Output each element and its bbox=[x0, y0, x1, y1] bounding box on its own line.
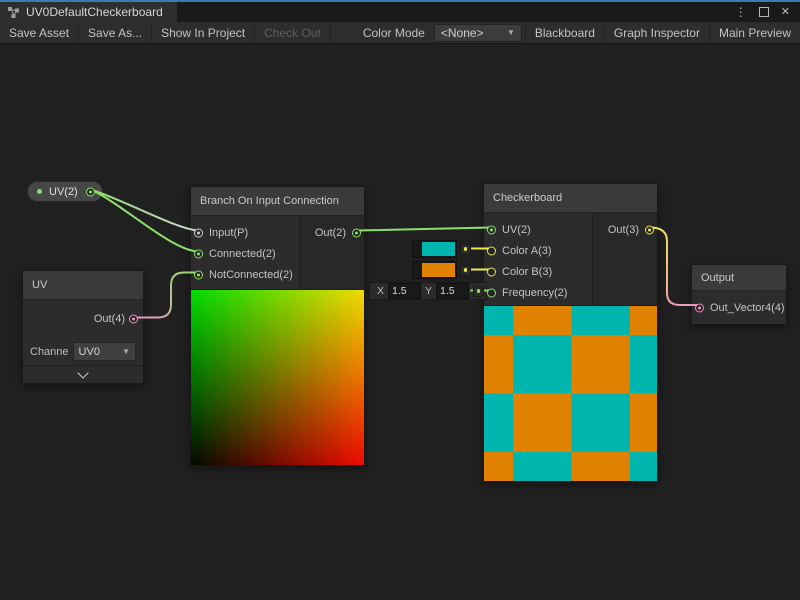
checker-color-b-port[interactable] bbox=[487, 267, 496, 276]
branch-node-preview bbox=[191, 289, 364, 465]
uv-out-label: Out(4) bbox=[94, 313, 125, 325]
frequency-y-field[interactable]: 1.5 bbox=[436, 283, 469, 299]
uv-node[interactable]: UV Out(4) Channe UV0 ▼ bbox=[22, 270, 144, 384]
edge-uv-to-input-p[interactable] bbox=[92, 190, 197, 231]
branch-input-row: Input(P) bbox=[191, 222, 299, 243]
channel-value: UV0 bbox=[79, 346, 100, 358]
blackboard-button[interactable]: Blackboard bbox=[525, 22, 604, 43]
checker-uv-port[interactable] bbox=[487, 225, 496, 234]
checker-out-port[interactable] bbox=[645, 225, 654, 234]
branch-node-header[interactable]: Branch On Input Connection bbox=[191, 187, 364, 216]
pill-label: UV(2) bbox=[49, 186, 78, 198]
checkerboard-node[interactable]: Checkerboard UV(2) Color A(3) Color B(3) bbox=[483, 183, 658, 482]
color-a-connector-dot bbox=[460, 244, 471, 255]
color-b-fill bbox=[422, 263, 455, 277]
uv-channel-row: Channe UV0 ▼ bbox=[23, 338, 143, 365]
checkerboard-node-preview bbox=[484, 305, 657, 481]
color-mode-label: Color Mode bbox=[363, 26, 425, 40]
tab-title: UV0DefaultCheckerboard bbox=[26, 5, 163, 19]
checker-frequency-row: Frequency(2) bbox=[484, 282, 592, 303]
maximize-icon[interactable] bbox=[759, 7, 769, 17]
checker-color-a-label: Color A(3) bbox=[502, 245, 552, 257]
color-b-widget bbox=[412, 261, 471, 279]
titlebar-actions: ⋮ ✕ bbox=[735, 2, 800, 22]
branch-input-p-port[interactable] bbox=[194, 228, 203, 237]
chevron-down-icon: ▼ bbox=[507, 28, 515, 37]
uv-property-pill[interactable]: UV(2) bbox=[27, 181, 103, 202]
channel-label: Channe bbox=[30, 346, 69, 358]
color-a-widget bbox=[412, 240, 471, 258]
output-port-row: Out_Vector4(4) bbox=[692, 297, 786, 318]
color-a-swatch[interactable] bbox=[412, 240, 457, 258]
output-node[interactable]: Output Out_Vector4(4) bbox=[691, 264, 787, 325]
edge-out2-to-uv2[interactable] bbox=[357, 228, 491, 231]
checker-color-b-row: Color B(3) bbox=[484, 261, 592, 282]
show-in-project-button[interactable]: Show In Project bbox=[152, 22, 255, 43]
color-a-fill bbox=[422, 242, 455, 256]
close-icon[interactable]: ✕ bbox=[781, 7, 790, 18]
frequency-x-field[interactable]: 1.5 bbox=[388, 283, 421, 299]
toolbar-right: Blackboard Graph Inspector Main Preview bbox=[525, 22, 800, 43]
branch-input-row: Connected(2) bbox=[191, 243, 299, 264]
frequency-x-label: X bbox=[377, 285, 384, 297]
check-out-button: Check Out bbox=[255, 22, 331, 43]
channel-dropdown[interactable]: UV0 ▼ bbox=[73, 342, 136, 361]
checker-frequency-port[interactable] bbox=[487, 288, 496, 297]
property-indicator-dot bbox=[37, 189, 42, 194]
branch-output-row: Out(2) bbox=[300, 222, 364, 243]
branch-out-port[interactable] bbox=[352, 228, 361, 237]
chevron-down-icon bbox=[77, 367, 88, 378]
branch-connected-port[interactable] bbox=[194, 249, 203, 258]
title-bar: UV0DefaultCheckerboard ⋮ ✕ bbox=[0, 0, 800, 22]
uv-out-row: Out(4) bbox=[23, 300, 143, 338]
edge-uv-to-connected[interactable] bbox=[92, 190, 197, 252]
save-asset-button[interactable]: Save Asset bbox=[0, 22, 79, 43]
toolbar: Save Asset Save As... Show In Project Ch… bbox=[0, 22, 800, 44]
branch-input-p-label: Input(P) bbox=[209, 227, 248, 239]
color-mode-dropdown[interactable]: <None> ▼ bbox=[434, 24, 522, 42]
color-mode-group: Color Mode <None> ▼ bbox=[363, 22, 522, 43]
frequency-widget: X 1.5 Y 1.5 bbox=[369, 282, 487, 300]
chevron-down-icon: ▼ bbox=[122, 347, 130, 356]
shader-graph-window: UV0DefaultCheckerboard ⋮ ✕ Save Asset Sa… bbox=[0, 0, 800, 600]
graph-tab[interactable]: UV0DefaultCheckerboard bbox=[0, 2, 177, 22]
branch-out-label: Out(2) bbox=[315, 227, 346, 239]
uv-out-port[interactable] bbox=[129, 315, 138, 324]
pill-output-port[interactable] bbox=[86, 187, 95, 196]
branch-node-body: Input(P) Connected(2) NotConnected(2) Ou… bbox=[191, 216, 364, 289]
checker-out-label: Out(3) bbox=[608, 224, 639, 236]
checker-color-a-port[interactable] bbox=[487, 246, 496, 255]
output-node-header[interactable]: Output bbox=[692, 265, 786, 291]
checker-frequency-label: Frequency(2) bbox=[502, 287, 567, 299]
color-b-swatch[interactable] bbox=[412, 261, 457, 279]
graph-inspector-button[interactable]: Graph Inspector bbox=[604, 22, 709, 43]
shader-graph-icon bbox=[7, 6, 20, 19]
color-b-connector-dot bbox=[460, 265, 471, 276]
branch-notconnected-port[interactable] bbox=[194, 270, 203, 279]
color-mode-value: <None> bbox=[441, 26, 484, 40]
checkerboard-node-header[interactable]: Checkerboard bbox=[484, 184, 657, 213]
checker-color-a-row: Color A(3) bbox=[484, 240, 592, 261]
branch-node[interactable]: Branch On Input Connection Input(P) Conn… bbox=[190, 186, 365, 466]
checkerboard-node-body: UV(2) Color A(3) Color B(3) Frequency(2) bbox=[484, 213, 657, 305]
main-preview-button[interactable]: Main Preview bbox=[709, 22, 800, 43]
branch-notconnected-label: NotConnected(2) bbox=[209, 269, 293, 281]
checker-uv-row: UV(2) bbox=[484, 219, 592, 240]
branch-connected-label: Connected(2) bbox=[209, 248, 276, 260]
save-as-button[interactable]: Save As... bbox=[79, 22, 152, 43]
output-in-port[interactable] bbox=[695, 303, 704, 312]
frequency-y-label: Y bbox=[425, 285, 432, 297]
checker-color-b-label: Color B(3) bbox=[502, 266, 552, 278]
checker-output-row: Out(3) bbox=[593, 219, 657, 240]
branch-input-row: NotConnected(2) bbox=[191, 264, 299, 285]
output-port-label: Out_Vector4(4) bbox=[710, 302, 785, 314]
frequency-connector-dot bbox=[473, 286, 484, 297]
checker-uv-label: UV(2) bbox=[502, 224, 531, 236]
uv-node-header[interactable]: UV bbox=[23, 271, 143, 300]
uv-collapse-toggle[interactable] bbox=[23, 365, 143, 383]
window-menu-icon[interactable]: ⋮ bbox=[735, 6, 747, 18]
